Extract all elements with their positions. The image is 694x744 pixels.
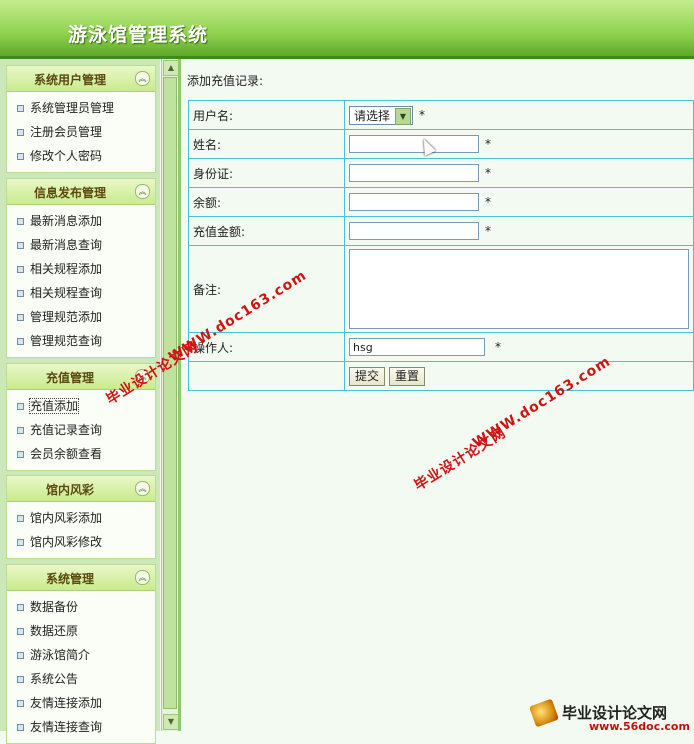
sidebar-item-news-query[interactable]: 最新消息查询	[7, 233, 155, 257]
name-input[interactable]	[349, 135, 479, 153]
panel-system-manage: 系统管理 ︽ 数据备份 数据还原 游泳馆简介 系统公告 友情连接添加 友情连接查…	[6, 564, 156, 744]
sidebar-item-restore[interactable]: 数据还原	[7, 619, 155, 643]
bullet-icon	[17, 218, 24, 225]
footer-logo-url: www.56doc.com	[589, 720, 690, 733]
form-row-balance: 余额: *	[188, 187, 694, 217]
scroll-down-icon[interactable]: ▼	[163, 714, 179, 730]
required-mark: *	[485, 166, 491, 180]
required-mark: *	[485, 195, 491, 209]
sidebar-item-balance-view[interactable]: 会员余额查看	[7, 442, 155, 466]
sidebar-item-rules-add[interactable]: 相关规程添加	[7, 257, 155, 281]
panel-header[interactable]: 信息发布管理 ︽	[7, 179, 155, 205]
panel-title: 馆内风彩	[45, 483, 94, 497]
bullet-icon	[17, 266, 24, 273]
scroll-thumb[interactable]	[163, 77, 177, 709]
idcard-input[interactable]	[349, 164, 479, 182]
bullet-icon	[17, 604, 24, 611]
form-row-actions: 提交 重置	[188, 361, 694, 391]
panel-header[interactable]: 馆内风彩 ︽	[7, 476, 155, 502]
amount-label: 充值金额:	[188, 216, 345, 246]
sidebar-item-standard-add[interactable]: 管理规范添加	[7, 305, 155, 329]
bullet-icon	[17, 724, 24, 731]
username-select[interactable]: 请选择 ▼	[349, 105, 413, 125]
bullet-icon	[17, 451, 24, 458]
required-mark: *	[419, 108, 425, 122]
bullet-icon	[17, 676, 24, 683]
bullet-icon	[17, 427, 24, 434]
submit-button[interactable]: 提交	[349, 366, 386, 386]
collapse-icon[interactable]: ︽	[135, 71, 150, 86]
username-label: 用户名:	[188, 100, 345, 130]
sidebar-item-news-add[interactable]: 最新消息添加	[7, 209, 155, 233]
reset-button[interactable]: 重置	[389, 366, 426, 386]
chevron-down-icon[interactable]: ▼	[395, 107, 411, 125]
collapse-icon[interactable]: ︽	[135, 570, 150, 585]
form-row-amount: 充值金额: *	[188, 216, 694, 246]
form-row-username: 用户名: 请选择 ▼ *	[188, 100, 694, 130]
balance-input[interactable]	[349, 193, 479, 211]
collapse-icon[interactable]: ︽	[135, 184, 150, 199]
bullet-icon	[17, 700, 24, 707]
panel-title: 系统用户管理	[33, 73, 106, 87]
sidebar-item-backup[interactable]: 数据备份	[7, 595, 155, 619]
name-label: 姓名:	[188, 129, 345, 159]
collapse-icon[interactable]: ︽	[135, 481, 150, 496]
bullet-icon	[17, 290, 24, 297]
panel-gallery: 馆内风彩 ︽ 馆内风彩添加 馆内风彩修改	[6, 475, 156, 559]
footer-logo: 毕业设计论文网 www.56doc.com	[562, 702, 690, 733]
site-logo-icon	[528, 698, 560, 728]
panel-system-users: 系统用户管理 ︽ 系统管理员管理 注册会员管理 修改个人密码	[6, 65, 156, 173]
required-mark: *	[485, 137, 491, 151]
sidebar-item-recharge-query[interactable]: 充值记录查询	[7, 418, 155, 442]
bullet-icon	[17, 242, 24, 249]
sidebar-item-change-password[interactable]: 修改个人密码	[7, 144, 155, 168]
form-row-idcard: 身份证: *	[188, 158, 694, 188]
sidebar-item-gallery-add[interactable]: 馆内风彩添加	[7, 506, 155, 530]
bullet-icon	[17, 314, 24, 321]
sidebar-item-rules-query[interactable]: 相关规程查询	[7, 281, 155, 305]
panel-title: 信息发布管理	[33, 186, 106, 200]
bullet-icon	[17, 105, 24, 112]
app-title: 游泳馆管理系统	[68, 24, 209, 46]
bullet-icon	[17, 403, 24, 410]
form-row-operator: 操作人: hsg *	[188, 332, 694, 362]
sidebar-item-link-query[interactable]: 友情连接查询	[7, 715, 155, 739]
sidebar: 系统用户管理 ︽ 系统管理员管理 注册会员管理 修改个人密码 信息发布管理 ︽ …	[0, 59, 160, 744]
recharge-form: 用户名: 请选择 ▼ * 姓名: * 身份证: * 余额: * 充值金额: * 备注…	[188, 100, 694, 391]
panel-header[interactable]: 系统用户管理 ︽	[7, 66, 155, 92]
bullet-icon	[17, 129, 24, 136]
form-heading: 添加充值记录:	[187, 74, 264, 88]
panel-info-publish: 信息发布管理 ︽ 最新消息添加 最新消息查询 相关规程添加 相关规程查询 管理规…	[6, 178, 156, 358]
sidebar-item-intro[interactable]: 游泳馆简介	[7, 643, 155, 667]
bullet-icon	[17, 515, 24, 522]
sidebar-item-link-add[interactable]: 友情连接添加	[7, 691, 155, 715]
sidebar-item-admin-manage[interactable]: 系统管理员管理	[7, 96, 155, 120]
sidebar-item-notice[interactable]: 系统公告	[7, 667, 155, 691]
required-mark: *	[495, 340, 501, 354]
main-content: 添加充值记录:	[187, 72, 263, 89]
bullet-icon	[17, 628, 24, 635]
idcard-label: 身份证:	[188, 158, 345, 188]
bullet-icon	[17, 153, 24, 160]
required-mark: *	[485, 224, 491, 238]
sidebar-item-gallery-edit[interactable]: 馆内风彩修改	[7, 530, 155, 554]
panel-title: 系统管理	[45, 572, 94, 586]
bullet-icon	[17, 338, 24, 345]
sidebar-item-recharge-add[interactable]: 充值添加	[7, 394, 155, 418]
remark-textarea[interactable]	[349, 249, 689, 329]
bullet-icon	[17, 652, 24, 659]
frame-divider[interactable]	[178, 59, 181, 731]
app-header: 游泳馆管理系统	[0, 0, 694, 59]
sidebar-item-standard-query[interactable]: 管理规范查询	[7, 329, 155, 353]
sidebar-item-member-manage[interactable]: 注册会员管理	[7, 120, 155, 144]
scroll-up-icon[interactable]: ▲	[163, 60, 179, 76]
panel-header[interactable]: 系统管理 ︽	[7, 565, 155, 591]
balance-label: 余额:	[188, 187, 345, 217]
amount-input[interactable]	[349, 222, 479, 240]
form-row-name: 姓名: *	[188, 129, 694, 159]
operator-input[interactable]: hsg	[349, 338, 485, 356]
bullet-icon	[17, 539, 24, 546]
sidebar-scrollbar[interactable]: ▲ ▼	[161, 59, 179, 731]
